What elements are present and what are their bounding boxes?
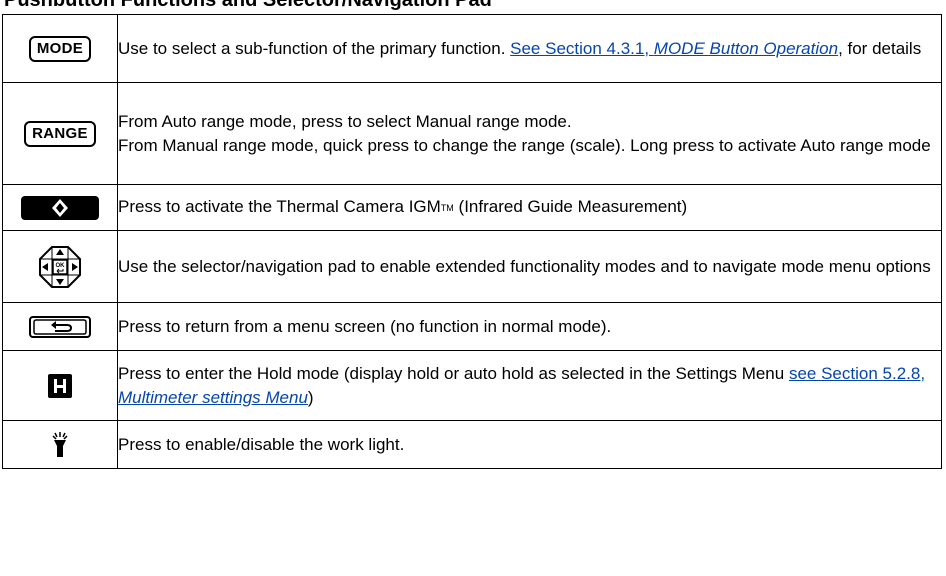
description-cell: Press to enter the Hold mode (display ho… — [117, 350, 942, 421]
description-cell: Press to enable/disable the work light. — [117, 420, 942, 469]
button-functions-table: MODE Use to select a sub-function of the… — [2, 14, 942, 469]
table-row-navigation-pad: OK Use the selector/navigation pad to en… — [2, 230, 942, 303]
svg-text:OK: OK — [56, 263, 66, 269]
description-cell: Press to return from a menu screen (no f… — [117, 302, 942, 351]
description-cell: Use the selector/navigation pad to enabl… — [117, 230, 942, 303]
table-row-back: Press to return from a menu screen (no f… — [2, 302, 942, 351]
description-line: From Auto range mode, press to select Ma… — [118, 111, 572, 131]
hold-button-icon — [48, 373, 72, 398]
description-text: Press to enable/disable the work light. — [118, 434, 405, 454]
icon-cell — [2, 350, 118, 421]
description-cell: Press to activate the Thermal Camera IGM… — [117, 184, 942, 231]
icon-cell — [2, 184, 118, 231]
mode-button-icon: MODE — [28, 35, 92, 62]
work-light-icon — [52, 431, 68, 457]
icon-cell: RANGE — [2, 82, 118, 185]
table-row-hold: Press to enter the Hold mode (display ho… — [2, 350, 942, 421]
icon-cell: OK — [2, 230, 118, 303]
thermal-camera-button-icon — [21, 195, 99, 220]
description-text: Press to return from a menu screen (no f… — [118, 316, 612, 336]
description-line: From Manual range mode, quick press to c… — [118, 135, 931, 155]
section-heading: Pushbutton Functions and Selector/Naviga… — [4, 0, 492, 11]
icon-cell — [2, 420, 118, 469]
navigation-pad-icon: OK — [39, 245, 81, 288]
section-link-mode[interactable]: See Section 4.3.1, MODE Button Operation — [510, 39, 838, 58]
description-cell: From Auto range mode, press to select Ma… — [117, 82, 942, 185]
icon-cell: MODE — [2, 14, 118, 83]
table-row-work-light: Press to enable/disable the work light. — [2, 420, 942, 469]
table-row-range: RANGE From Auto range mode, press to sel… — [2, 82, 942, 185]
table-row-thermal-camera: Press to activate the Thermal Camera IGM… — [2, 184, 942, 231]
back-button-icon — [29, 316, 91, 339]
description-text: Use the selector/navigation pad to enabl… — [118, 256, 931, 276]
table-row-mode: MODE Use to select a sub-function of the… — [2, 14, 942, 83]
trademark-symbol: TM — [440, 203, 454, 213]
range-button-icon: RANGE — [24, 120, 96, 147]
description-cell: Use to select a sub-function of the prim… — [117, 14, 942, 83]
icon-cell — [2, 302, 118, 351]
description-text: Use to select a sub-function of the prim… — [118, 38, 511, 58]
